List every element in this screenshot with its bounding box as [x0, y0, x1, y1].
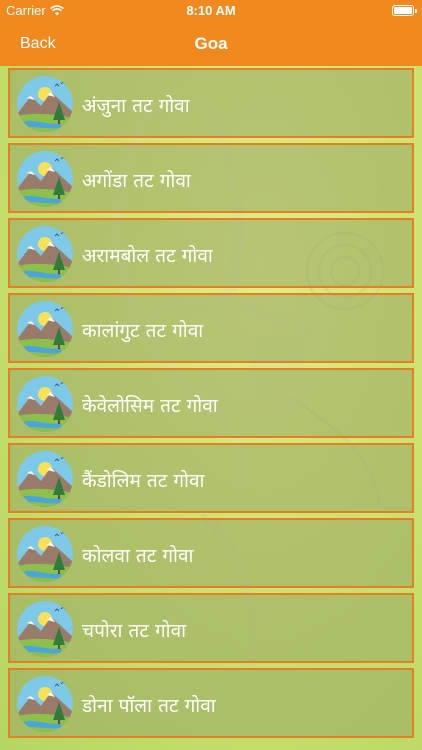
- list-item-label: अरामबोल तट गोवा: [82, 245, 213, 267]
- list-item-label: कालांगुट तट गोवा: [82, 320, 204, 342]
- list-item[interactable]: अगोंडा तट गोवा: [8, 143, 414, 213]
- list-item[interactable]: अंजुना तट गोवा: [8, 68, 414, 138]
- list-item[interactable]: चपोरा तट गोवा: [8, 593, 414, 663]
- list-item[interactable]: कोलवा तट गोवा: [8, 518, 414, 588]
- list-item-label: चपोरा तट गोवा: [82, 620, 187, 642]
- landscape-mountain-icon: [17, 526, 73, 582]
- landscape-mountain-icon: [17, 151, 73, 207]
- list-item-label: केवेलोसिम तट गोवा: [82, 395, 218, 417]
- list-item-label: डोना पॉला तट गोवा: [82, 695, 216, 717]
- list-item-label: कोलवा तट गोवा: [82, 545, 194, 567]
- battery-icon: [392, 5, 417, 16]
- page-title: Goa: [194, 34, 228, 53]
- list-item[interactable]: केवेलोसिम तट गोवा: [8, 368, 414, 438]
- landscape-mountain-icon: [17, 376, 73, 432]
- navigation-bar: Back Goa: [0, 22, 422, 66]
- landscape-mountain-icon: [17, 451, 73, 507]
- status-bar: Carrier 8:10 AM: [0, 0, 422, 22]
- list-item[interactable]: कालांगुट तट गोवा: [8, 293, 414, 363]
- list-item-label: अंजुना तट गोवा: [82, 95, 190, 117]
- status-time: 8:10 AM: [186, 3, 236, 18]
- list-item[interactable]: अरामबोल तट गोवा: [8, 218, 414, 288]
- landscape-mountain-icon: [17, 301, 73, 357]
- landscape-mountain-icon: [17, 226, 73, 282]
- battery-level: [394, 7, 412, 14]
- landscape-mountain-icon: [17, 676, 73, 732]
- landscape-mountain-icon: [17, 601, 73, 657]
- list-item-label: कैंडोलिम तट गोवा: [82, 470, 205, 492]
- list-item-label: अगोंडा तट गोवा: [82, 170, 191, 192]
- landscape-mountain-icon: [17, 76, 73, 132]
- list-item[interactable]: कैंडोलिम तट गोवा: [8, 443, 414, 513]
- list-item[interactable]: डोना पॉला तट गोवा: [8, 668, 414, 738]
